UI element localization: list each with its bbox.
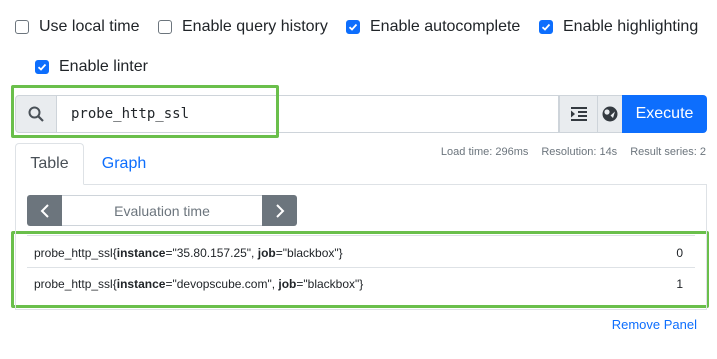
next-time-button[interactable] [262,195,297,226]
checkmark-icon [348,23,358,31]
checkbox-enable-query-history[interactable] [158,20,172,34]
table-row: probe_http_ssl{instance="devopscube.com"… [27,267,695,300]
checkbox-enable-autocomplete[interactable] [346,20,360,34]
job-value: blackbox [307,276,356,291]
previous-time-button[interactable] [27,195,62,226]
checkmark-icon [541,23,551,31]
option-use-local-time[interactable]: Use local time [15,18,139,36]
job-value: blackbox [287,245,335,260]
checkbox-use-local-time[interactable] [15,20,29,34]
evaluation-time-control: Evaluation time [27,195,297,226]
checkbox-enable-linter[interactable] [35,60,49,74]
metric-name: probe_http_ssl [34,245,113,260]
chevron-right-icon [275,203,284,218]
option-label: Enable linter [59,58,148,75]
series-value: 0 [676,245,683,260]
tab-table[interactable]: Table [15,143,84,185]
series-value: 1 [676,276,683,291]
tab-graph[interactable]: Graph [91,143,157,185]
option-enable-highlighting[interactable]: Enable highlighting [539,18,698,36]
remove-panel-link[interactable]: Remove Panel [612,317,697,332]
panel-tabs: Table Graph [15,143,707,185]
option-label: Enable query history [182,18,328,35]
option-enable-query-history[interactable]: Enable query history [158,18,328,36]
query-input[interactable]: probe_http_ssl [57,95,559,133]
chevron-left-icon [40,203,49,218]
query-bar: probe_http_ssl Execute [15,95,707,133]
instance-value: devopscube.com [176,276,268,291]
execute-button[interactable]: Execute [622,95,707,133]
metrics-explorer-icon [602,106,618,122]
checkmark-icon [37,63,47,71]
series-label: probe_http_ssl{instance="devopscube.com"… [34,276,364,291]
metrics-explorer-button[interactable] [598,95,623,133]
option-label: Enable highlighting [563,18,699,35]
option-enable-autocomplete[interactable]: Enable autocomplete [346,18,520,36]
table-row: probe_http_ssl{instance="35.80.157.25", … [27,236,695,269]
checkbox-enable-highlighting[interactable] [539,20,553,34]
format-query-button[interactable] [559,95,598,133]
series-label: probe_http_ssl{instance="35.80.157.25", … [34,245,343,260]
option-label: Use local time [39,18,140,35]
instance-value: 35.80.157.25 [176,245,247,260]
option-enable-linter[interactable]: Enable linter [35,58,148,76]
metric-name: probe_http_ssl [34,276,113,291]
evaluation-time-input[interactable]: Evaluation time [62,195,262,226]
format-query-icon [570,107,587,121]
search-icon [15,95,57,133]
option-label: Enable autocomplete [370,18,521,35]
